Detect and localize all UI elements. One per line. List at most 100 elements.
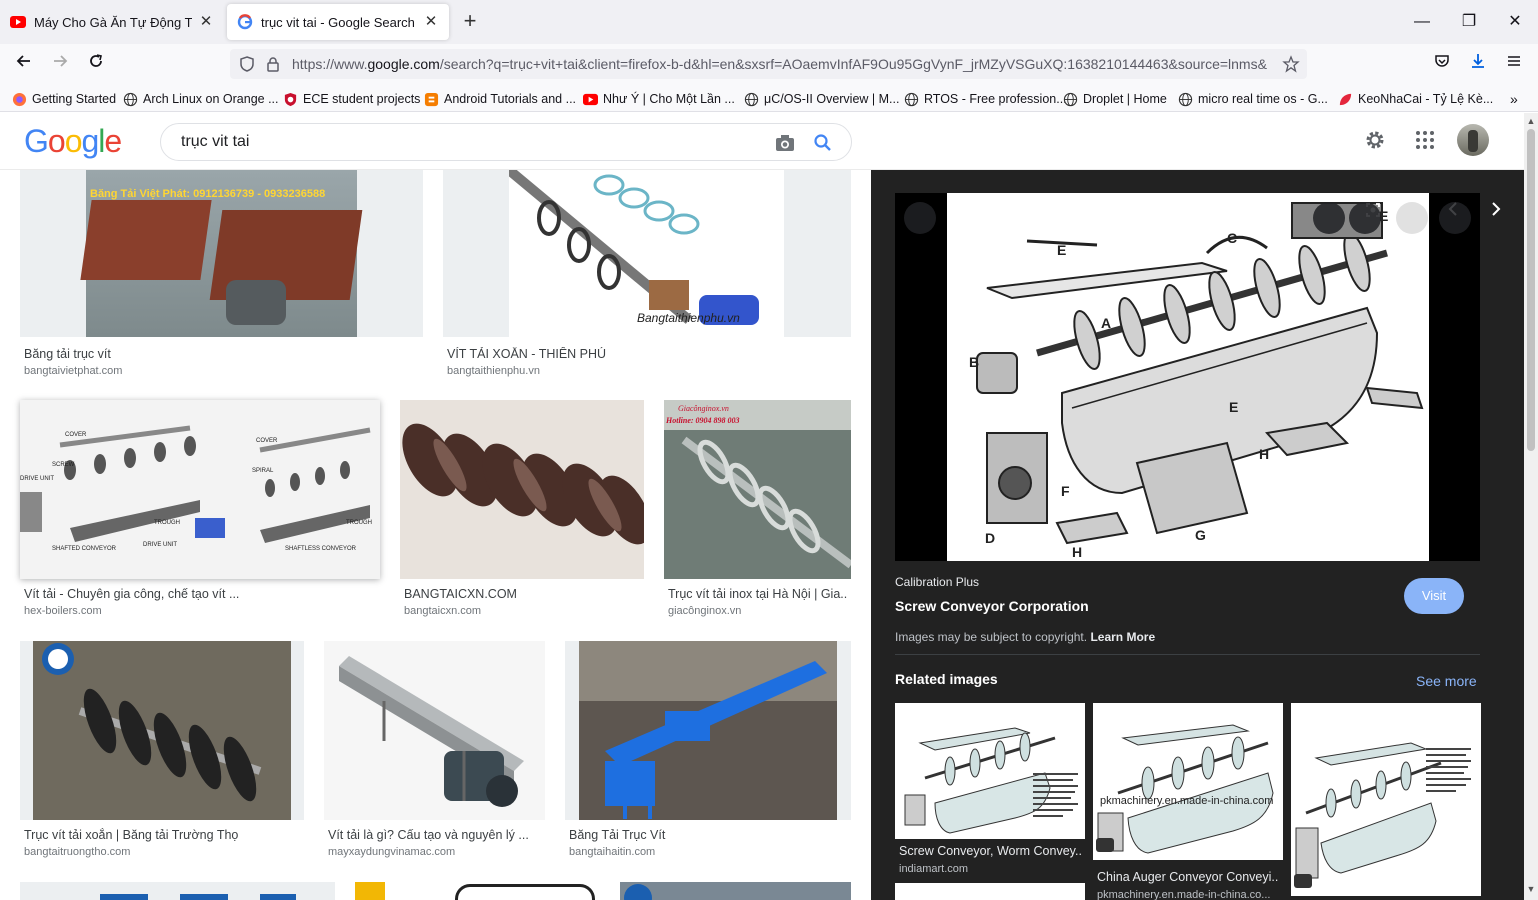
visit-button[interactable]: Visit: [1404, 578, 1464, 614]
scrollbar-thumb[interactable]: [1527, 129, 1535, 451]
avatar[interactable]: [1457, 124, 1489, 156]
learn-more-link[interactable]: Learn More: [1090, 630, 1155, 644]
result-source[interactable]: bangtaithienphu.vn: [447, 365, 540, 377]
preview-image[interactable]: A B C D E E E F G H H: [895, 193, 1501, 561]
downloads-button[interactable]: [1466, 52, 1490, 76]
result-title[interactable]: Băng tải trục vít: [24, 347, 414, 361]
result-title[interactable]: Vít tải - Chuyên gia công, chế tạo vít .…: [24, 587, 374, 601]
preview-source[interactable]: Calibration Plus: [895, 575, 979, 589]
tab-close-icon[interactable]: ✕: [198, 14, 214, 30]
result-source[interactable]: bangtaicxn.com: [404, 605, 481, 617]
url-text[interactable]: https://www.google.com/search?q=trục+vit…: [292, 56, 1274, 72]
result-thumbnail[interactable]: Giacônginox.vn Hotline: 0904 898 003: [664, 400, 851, 579]
tab-close-icon[interactable]: ✕: [423, 14, 439, 30]
minimize-button[interactable]: —: [1410, 10, 1434, 34]
bookmark-label: Getting Started: [32, 92, 117, 106]
bookmark-item[interactable]: Android Tutorials and ...: [424, 90, 576, 108]
search-box[interactable]: [160, 123, 852, 161]
bookmark-item[interactable]: ECE student projects: [283, 90, 420, 108]
previous-image-button[interactable]: [1396, 202, 1457, 234]
image-results-grid: Băng Tải Việt Phát: 0912136739 - 0933236…: [0, 170, 871, 900]
image-result[interactable]: Vít tải là gì? Cấu tạo và nguyên lý ... …: [324, 641, 545, 861]
shield-icon[interactable]: [238, 55, 256, 73]
image-result[interactable]: Bangtaithienphu.vn VÍT TẢI XOẮN - THIÊN …: [443, 170, 851, 380]
related-thumbnail[interactable]: pkmachinery.en.made-in-china.com: [1093, 703, 1283, 860]
forward-button[interactable]: [48, 52, 72, 76]
bookmark-item[interactable]: Arch Linux on Orange ...: [123, 90, 279, 108]
related-title[interactable]: Screw Conveyor, Worm Convey...: [899, 844, 1081, 858]
menu-button[interactable]: [1502, 52, 1526, 76]
see-more-link[interactable]: See more: [1416, 673, 1477, 689]
result-source[interactable]: hex-boilers.com: [24, 605, 102, 617]
tab-google-search[interactable]: trục vit tai - Google Search ✕: [227, 4, 449, 40]
next-image-button[interactable]: [1439, 202, 1501, 234]
image-result[interactable]: Băng Tải Trục Vít bangtaihaitin.com: [565, 641, 851, 861]
lock-icon[interactable]: [264, 55, 282, 73]
image-result[interactable]: Băng Tải Việt Phát: 0912136739 - 0933236…: [20, 170, 423, 380]
settings-gear-icon[interactable]: [1363, 128, 1387, 152]
result-thumbnail[interactable]: Bangtaithienphu.vn: [443, 170, 851, 337]
result-thumbnail[interactable]: [324, 641, 545, 820]
result-source[interactable]: bangtaivietphat.com: [24, 365, 122, 377]
related-title[interactable]: China Auger Conveyor Conveyi...: [1097, 870, 1279, 884]
image-result[interactable]: BANGTAICXN.COM bangtaicxn.com: [400, 400, 644, 620]
image-result[interactable]: [20, 882, 335, 900]
scroll-up-icon[interactable]: ▲: [1526, 116, 1536, 126]
search-input[interactable]: [181, 133, 741, 151]
related-thumbnail-next[interactable]: [895, 883, 1085, 900]
image-result-selected[interactable]: COVER SCREW DRIVE UNIT TROUGH DRIVE UNIT…: [20, 400, 380, 579]
related-source[interactable]: indiamart.com: [899, 863, 1081, 875]
result-source[interactable]: mayxaydungvinamac.com: [328, 846, 455, 858]
scroll-down-icon[interactable]: ▼: [1526, 884, 1536, 894]
page-scrollbar[interactable]: ▲ ▼: [1524, 113, 1538, 900]
google-logo[interactable]: Google: [24, 123, 122, 160]
back-button[interactable]: [12, 52, 36, 76]
bookmark-item[interactable]: KeoNhaCai - Tỷ Lệ Kè...: [1338, 90, 1493, 108]
related-thumbnail[interactable]: [1291, 703, 1481, 896]
bookmark-item[interactable]: Droplet | Home: [1063, 90, 1167, 108]
image-result[interactable]: Trục vít tải xoắn | Băng tải Trường Thọ …: [20, 641, 304, 861]
result-title[interactable]: BANGTAICXN.COM: [404, 587, 640, 601]
result-thumbnail[interactable]: COVER SCREW DRIVE UNIT TROUGH DRIVE UNIT…: [20, 400, 380, 579]
result-title[interactable]: VÍT TẢI XOẮN - THIÊN PHÚ: [447, 347, 842, 361]
result-title[interactable]: Trục vít tải inox tại Hà Nội | Gia...: [668, 587, 848, 601]
search-icon[interactable]: [811, 131, 835, 155]
bookmark-item[interactable]: Như Ý | Cho Một Lần ...: [583, 90, 735, 108]
star-bookmark-icon[interactable]: [1282, 55, 1300, 73]
result-title[interactable]: Trục vít tải xoắn | Băng tải Trường Thọ: [24, 828, 300, 842]
youtube-icon: [583, 93, 598, 105]
camera-icon[interactable]: [773, 131, 797, 155]
restore-button[interactable]: ❐: [1457, 10, 1481, 34]
bookmark-item[interactable]: micro real time os - G...: [1178, 90, 1328, 108]
pocket-button[interactable]: [1430, 52, 1454, 76]
related-source[interactable]: pkmachinery.en.made-in-china.co...: [1097, 889, 1279, 900]
result-source[interactable]: giacônginox.vn: [668, 605, 741, 617]
result-thumbnail[interactable]: Băng Tải Việt Phát: 0912136739 - 0933236…: [20, 170, 423, 337]
result-thumbnail[interactable]: [565, 641, 851, 820]
image-result[interactable]: [620, 882, 851, 900]
new-tab-button[interactable]: +: [458, 10, 482, 34]
result-source[interactable]: bangtaihaitin.com: [569, 846, 655, 858]
tab-youtube[interactable]: Máy Cho Gà Ăn Tự Động Thông ✕: [0, 4, 224, 40]
reload-button[interactable]: [84, 52, 108, 76]
apps-grid-icon[interactable]: [1413, 128, 1437, 152]
close-preview-button[interactable]: [904, 202, 970, 234]
bookmarks-overflow-button[interactable]: »: [1510, 90, 1518, 108]
related-thumbnail[interactable]: [895, 703, 1085, 839]
lens-button[interactable]: [1313, 202, 1380, 234]
address-bar[interactable]: https://www.google.com/search?q=trục+vit…: [230, 49, 1307, 79]
close-window-button[interactable]: ✕: [1503, 10, 1527, 34]
preview-title[interactable]: Screw Conveyor Corporation: [895, 598, 1089, 614]
image-result[interactable]: [355, 882, 600, 900]
result-thumbnail[interactable]: [400, 400, 644, 579]
image-result[interactable]: Giacônginox.vn Hotline: 0904 898 003 Trụ…: [664, 400, 851, 620]
result-title[interactable]: Vít tải là gì? Cấu tạo và nguyên lý ...: [328, 828, 541, 842]
bookmark-item[interactable]: Getting Started: [12, 90, 116, 108]
bookmark-item[interactable]: μC/OS-II Overview | M...: [744, 90, 899, 108]
result-thumbnail[interactable]: [20, 641, 304, 820]
bookmark-item[interactable]: RTOS - Free profession...: [904, 90, 1067, 108]
result-source[interactable]: bangtaitruongtho.com: [24, 846, 130, 858]
google-header: Google: [0, 113, 1524, 170]
result-title[interactable]: Băng Tải Trục Vít: [569, 828, 847, 842]
more-options-button[interactable]: [1349, 202, 1405, 234]
